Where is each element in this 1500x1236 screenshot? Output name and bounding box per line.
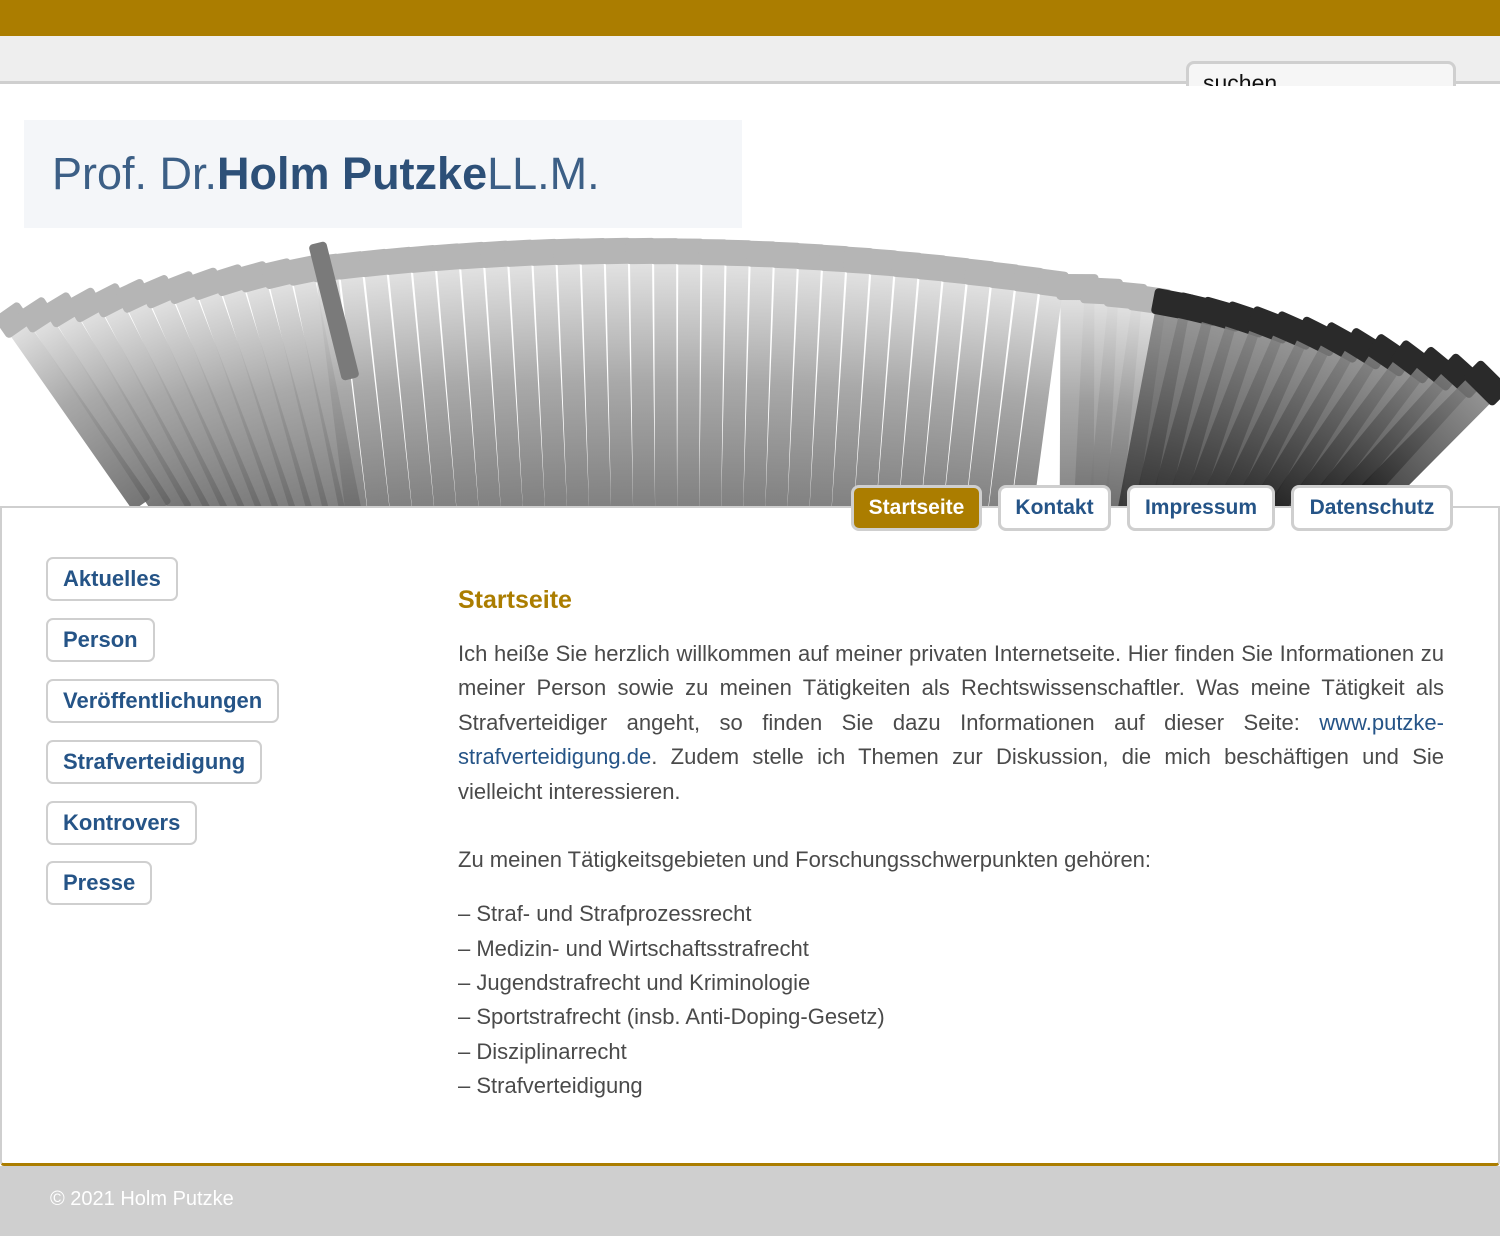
logo-suffix: LL.M.: [487, 148, 600, 199]
areas-heading: Zu meinen Tätigkeitsgebieten und Forschu…: [458, 847, 1152, 873]
top-accent-bar: [0, 0, 1500, 36]
sidebar-item-kontrovers[interactable]: Kontrovers: [46, 801, 198, 845]
typebar-shape: [654, 246, 678, 506]
sidebar-item-aktuelles[interactable]: Aktuelles: [46, 557, 178, 601]
list-item: – Sportstrafrecht (insb. Anti-Doping-Ges…: [458, 1004, 885, 1030]
intro-paragraph: Ich heiße Sie herzlich willkommen auf me…: [458, 637, 1444, 809]
list-item: – Medizin- und Wirtschaftsstrafrecht: [458, 935, 809, 961]
areas-list: – Straf- und Strafprozessrecht – Medizin…: [458, 897, 1444, 1103]
copyright-text: © 2021 Holm Putzke: [50, 1188, 234, 1210]
list-item: – Disziplinarrecht: [458, 1038, 627, 1064]
sidebar-item-veroeffentlichungen[interactable]: Veröffentlichungen: [46, 679, 280, 723]
footer: © 2021 Holm Putzke: [0, 1166, 1500, 1236]
sidebar-item-person[interactable]: Person: [46, 618, 155, 662]
tab-startseite[interactable]: Startseite: [851, 485, 982, 531]
site-logo[interactable]: Prof. Dr. Holm Putzke LL.M.: [24, 120, 742, 228]
main-content: Startseite Ich heiße Sie herzlich willko…: [458, 586, 1444, 1103]
tab-kontakt[interactable]: Kontakt: [998, 485, 1111, 531]
logo-name: Holm Putzke: [217, 148, 488, 199]
sidebar-item-presse[interactable]: Presse: [46, 861, 153, 905]
typebar-shape: [698, 247, 725, 506]
typebar-shape: [676, 246, 701, 506]
logo-prefix: Prof. Dr.: [52, 148, 218, 199]
list-item: – Strafverteidigung: [458, 1072, 643, 1098]
list-item: – Straf- und Strafprozessrecht: [458, 901, 752, 927]
sidebar-item-strafverteidigung[interactable]: Strafverteidigung: [46, 740, 263, 784]
intro-text: Ich heiße Sie herzlich willkommen auf me…: [458, 641, 1444, 735]
list-item: – Jugendstrafrecht und Kriminologie: [458, 970, 811, 996]
tab-datenschutz[interactable]: Datenschutz: [1291, 485, 1453, 531]
typebar-shape: [629, 245, 656, 506]
tab-impressum[interactable]: Impressum: [1127, 485, 1275, 531]
page-title: Startseite: [458, 586, 572, 614]
